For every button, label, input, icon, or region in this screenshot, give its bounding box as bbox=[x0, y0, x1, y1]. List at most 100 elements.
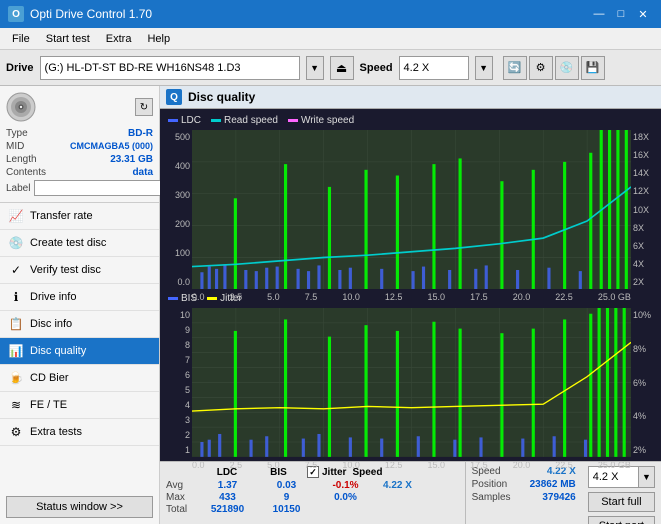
contents-value: data bbox=[132, 167, 153, 178]
chart2-x-axis: 0.0 2.5 5.0 7.5 10.0 12.5 15.0 17.5 20.0… bbox=[192, 460, 631, 470]
maximize-button[interactable]: □ bbox=[611, 5, 631, 23]
stats-total-row: Total 521890 10150 bbox=[166, 504, 459, 515]
menu-bar: File Start test Extra Help bbox=[0, 28, 661, 50]
app-icon: O bbox=[8, 6, 24, 22]
sidebar: ↻ Type BD-R MID CMCMAGBA5 (000) Length 2… bbox=[0, 86, 160, 524]
nav-extra-tests[interactable]: ⚙ Extra tests bbox=[0, 419, 159, 446]
position-value: 23862 MB bbox=[530, 479, 576, 490]
menu-help[interactable]: Help bbox=[139, 31, 178, 47]
nav-cd-bier[interactable]: 🍺 CD Bier bbox=[0, 365, 159, 392]
right-stats-section: Speed 4.22 X Position 23862 MB Samples 3… bbox=[465, 462, 582, 524]
nav-drive-info-label: Drive info bbox=[30, 291, 76, 303]
chart2-y-axis-left: 10 9 8 7 6 5 4 3 2 1 bbox=[164, 308, 192, 457]
mid-value: CMCMAGBA5 (000) bbox=[70, 141, 153, 152]
speed-select-arrow[interactable]: ▼ bbox=[475, 56, 493, 80]
nav-drive-info[interactable]: ℹ Drive info bbox=[0, 284, 159, 311]
speed-dropdown-value: 4.2 X bbox=[589, 471, 638, 483]
drive-label: Drive bbox=[6, 62, 34, 74]
nav-cd-bier-label: CD Bier bbox=[30, 372, 69, 384]
app-title: Opti Drive Control 1.70 bbox=[30, 7, 152, 21]
drive-select-value[interactable]: (G:) HL-DT-ST BD-RE WH16NS48 1.D3 bbox=[40, 56, 300, 80]
nav-disc-quality[interactable]: 📊 Disc quality bbox=[0, 338, 159, 365]
cd-bier-icon: 🍺 bbox=[8, 370, 24, 386]
title-bar: O Opti Drive Control 1.70 — □ ✕ bbox=[0, 0, 661, 28]
status-window-button[interactable]: Status window >> bbox=[6, 496, 153, 518]
speed-dropdown-arrow[interactable]: ▼ bbox=[638, 467, 654, 487]
bottom-panel: LDC BIS ✓ Jitter Speed Avg 1.37 0.03 -0.… bbox=[160, 461, 661, 524]
max-jitter: 0.0% bbox=[318, 492, 373, 503]
create-test-disc-icon: 💿 bbox=[8, 235, 24, 251]
nav-create-test-disc-label: Create test disc bbox=[30, 237, 106, 249]
read-speed-label: Read speed bbox=[224, 115, 278, 126]
chart1-y-axis-left: 500 400 300 200 100 0.0 bbox=[164, 130, 192, 289]
chart2-svg-container: 0.0 2.5 5.0 7.5 10.0 12.5 15.0 17.5 20.0… bbox=[192, 308, 631, 457]
nav-fe-te[interactable]: ≋ FE / TE bbox=[0, 392, 159, 419]
max-ldc: 433 bbox=[200, 492, 255, 503]
disc-panel: ↻ Type BD-R MID CMCMAGBA5 (000) Length 2… bbox=[0, 86, 159, 203]
disc-quality-header: Q Disc quality bbox=[160, 86, 661, 109]
ldc-label: LDC bbox=[181, 115, 201, 126]
disc-quality-icon: 📊 bbox=[8, 343, 24, 359]
chart1-svg bbox=[192, 130, 631, 289]
refresh-button[interactable]: 🔄 bbox=[503, 56, 527, 80]
disc-button[interactable]: 💿 bbox=[555, 56, 579, 80]
chart1-y-axis-right: 18X 16X 14X 12X 10X 8X 6X 4X 2X bbox=[631, 130, 657, 289]
action-buttons: 4.2 X ▼ Start full Start part bbox=[582, 462, 661, 524]
chart2-svg bbox=[192, 308, 631, 457]
nav-disc-quality-label: Disc quality bbox=[30, 345, 86, 357]
speed-label: Speed bbox=[360, 62, 393, 74]
nav-create-test-disc[interactable]: 💿 Create test disc bbox=[0, 230, 159, 257]
position-row: Position 23862 MB bbox=[472, 479, 576, 490]
nav-disc-info[interactable]: 📋 Disc info bbox=[0, 311, 159, 338]
samples-value: 379426 bbox=[542, 492, 575, 503]
chart1-x-axis: 0.0 2.5 5.0 7.5 10.0 12.5 15.0 17.5 20.0… bbox=[192, 292, 631, 302]
nav-transfer-rate[interactable]: 📈 Transfer rate bbox=[0, 203, 159, 230]
disc-quality-title: Disc quality bbox=[188, 90, 255, 104]
chart2-y-axis-right: 10% 8% 6% 4% 2% bbox=[631, 308, 657, 457]
drive-info-icon: ℹ bbox=[8, 289, 24, 305]
nav-verify-test-disc-label: Verify test disc bbox=[30, 264, 101, 276]
fe-te-icon: ≋ bbox=[8, 397, 24, 413]
menu-start-test[interactable]: Start test bbox=[38, 31, 98, 47]
verify-test-disc-icon: ✓ bbox=[8, 262, 24, 278]
nav-transfer-rate-label: Transfer rate bbox=[30, 210, 93, 222]
drive-bar: Drive (G:) HL-DT-ST BD-RE WH16NS48 1.D3 … bbox=[0, 50, 661, 86]
length-label: Length bbox=[6, 154, 37, 165]
avg-bis: 0.03 bbox=[259, 480, 314, 491]
max-bis: 9 bbox=[259, 492, 314, 503]
minimize-button[interactable]: — bbox=[589, 5, 609, 23]
drive-select-arrow[interactable]: ▼ bbox=[306, 56, 324, 80]
menu-extra[interactable]: Extra bbox=[98, 31, 140, 47]
start-part-button[interactable]: Start part bbox=[588, 516, 655, 524]
chart2-area: 10 9 8 7 6 5 4 3 2 1 bbox=[164, 308, 657, 457]
avg-ldc: 1.37 bbox=[200, 480, 255, 491]
nav-fe-te-label: FE / TE bbox=[30, 399, 67, 411]
close-button[interactable]: ✕ bbox=[633, 5, 653, 23]
avg-speed: 4.22 X bbox=[383, 480, 412, 491]
samples-row: Samples 379426 bbox=[472, 492, 576, 503]
stats-section: LDC BIS ✓ Jitter Speed Avg 1.37 0.03 -0.… bbox=[160, 462, 465, 524]
bis-color bbox=[168, 297, 178, 300]
settings-button[interactable]: ⚙ bbox=[529, 56, 553, 80]
avg-jitter: -0.1% bbox=[318, 480, 373, 491]
legend-read-speed: Read speed bbox=[211, 115, 278, 126]
save-button[interactable]: 💾 bbox=[581, 56, 605, 80]
eject-button[interactable]: ⏏ bbox=[330, 56, 354, 80]
start-full-button[interactable]: Start full bbox=[588, 492, 655, 512]
chart1-area: 500 400 300 200 100 0.0 bbox=[164, 130, 657, 289]
disc-refresh-button[interactable]: ↻ bbox=[135, 98, 153, 116]
type-value: BD-R bbox=[128, 128, 153, 139]
label-input[interactable] bbox=[34, 180, 172, 196]
mid-label: MID bbox=[6, 141, 24, 152]
disc-info-table: Type BD-R MID CMCMAGBA5 (000) Length 23.… bbox=[6, 128, 153, 196]
menu-file[interactable]: File bbox=[4, 31, 38, 47]
nav-verify-test-disc[interactable]: ✓ Verify test disc bbox=[0, 257, 159, 284]
speed-select-value[interactable]: 4.2 X bbox=[399, 56, 469, 80]
type-label: Type bbox=[6, 128, 28, 139]
position-label: Position bbox=[472, 479, 522, 490]
nav-disc-info-label: Disc info bbox=[30, 318, 72, 330]
length-value: 23.31 GB bbox=[110, 154, 153, 165]
write-speed-label: Write speed bbox=[301, 115, 354, 126]
transfer-rate-icon: 📈 bbox=[8, 208, 24, 224]
legend-write-speed: Write speed bbox=[288, 115, 354, 126]
